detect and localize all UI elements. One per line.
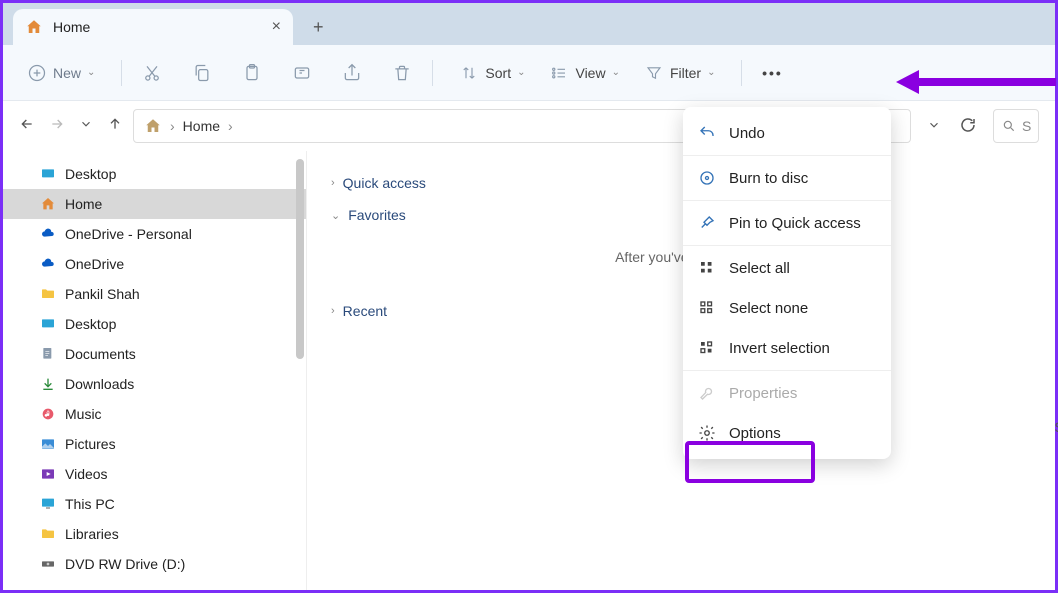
- delete-icon[interactable]: [392, 63, 412, 83]
- more-icon[interactable]: •••: [762, 63, 782, 83]
- select-none-icon: [697, 298, 717, 318]
- invert-selection-icon: [697, 338, 717, 358]
- tab-bar: Home × +: [3, 3, 1055, 45]
- close-icon[interactable]: ×: [272, 18, 281, 36]
- address-chevron-down-icon[interactable]: [927, 118, 941, 135]
- up-button[interactable]: [107, 116, 123, 137]
- folder-icon: [39, 285, 57, 303]
- refresh-button[interactable]: [959, 116, 977, 137]
- rename-icon[interactable]: [292, 63, 312, 83]
- sidebar-item-pictures[interactable]: Pictures: [3, 429, 306, 459]
- onedrive-icon: [39, 255, 57, 273]
- sidebar-item-libraries[interactable]: Libraries: [3, 519, 306, 549]
- videos-icon: [39, 465, 57, 483]
- menu-burn-to-disc[interactable]: Burn to disc: [683, 158, 891, 198]
- tab-title: Home: [53, 19, 90, 35]
- menu-properties: Properties: [683, 373, 891, 413]
- sidebar-item-desktop2[interactable]: Desktop: [3, 309, 306, 339]
- filter-button[interactable]: Filter ⌄: [638, 59, 722, 87]
- properties-icon: [697, 383, 717, 403]
- chevron-down-icon: ⌄: [612, 67, 620, 78]
- chevron-right-icon: ›: [331, 177, 335, 189]
- desktop-icon: [39, 165, 57, 183]
- home-icon: [39, 195, 57, 213]
- sidebar-item-user-folder[interactable]: Pankil Shah: [3, 279, 306, 309]
- more-actions-menu: Undo Burn to disc Pin to Quick access Se…: [683, 107, 891, 459]
- new-tab-button[interactable]: +: [313, 17, 324, 38]
- pictures-icon: [39, 435, 57, 453]
- address-bar-row: › Home › S: [3, 101, 1055, 151]
- onedrive-icon: [39, 225, 57, 243]
- cut-icon[interactable]: [142, 63, 162, 83]
- sort-icon: [459, 63, 479, 83]
- sidebar-scrollbar[interactable]: [296, 159, 304, 359]
- sidebar: Desktop Home OneDrive - Personal OneDriv…: [3, 151, 307, 590]
- details-pane-hint: Select a: [1054, 419, 1058, 435]
- section-quick-access[interactable]: › Quick access: [331, 167, 1031, 199]
- paste-icon[interactable]: [242, 63, 262, 83]
- annotation-arrow: [891, 67, 1058, 100]
- menu-invert-selection[interactable]: Invert selection: [683, 328, 891, 368]
- tab-home[interactable]: Home ×: [13, 9, 293, 45]
- chevron-right-icon: ›: [331, 305, 335, 317]
- filter-icon: [644, 63, 664, 83]
- share-icon[interactable]: [342, 63, 362, 83]
- downloads-icon: [39, 375, 57, 393]
- search-icon: [1002, 119, 1016, 133]
- home-icon: [25, 18, 43, 36]
- search-input[interactable]: S: [993, 109, 1039, 143]
- menu-select-none[interactable]: Select none: [683, 288, 891, 328]
- sidebar-item-onedrive[interactable]: OneDrive: [3, 249, 306, 279]
- sidebar-item-home[interactable]: Home: [3, 189, 306, 219]
- chevron-down-icon: ⌄: [331, 209, 340, 222]
- main-content: › Quick access ⌄ Favorites After you've …: [307, 151, 1055, 590]
- pin-icon: [697, 213, 717, 233]
- view-button[interactable]: View ⌄: [543, 59, 625, 87]
- pc-icon: [39, 495, 57, 513]
- sidebar-item-videos[interactable]: Videos: [3, 459, 306, 489]
- plus-circle-icon: [27, 63, 47, 83]
- sidebar-item-dvd-drive[interactable]: DVD RW Drive (D:): [3, 549, 306, 579]
- sort-button[interactable]: Sort ⌄: [453, 59, 531, 87]
- chevron-down-icon: ⌄: [87, 67, 95, 78]
- breadcrumb-item[interactable]: Home: [183, 118, 220, 134]
- sidebar-item-downloads[interactable]: Downloads: [3, 369, 306, 399]
- sidebar-item-onedrive-personal[interactable]: OneDrive - Personal: [3, 219, 306, 249]
- sidebar-item-documents[interactable]: Documents: [3, 339, 306, 369]
- chevron-down-icon: ⌄: [707, 67, 715, 78]
- chevron-down-icon: ⌄: [517, 67, 525, 78]
- desktop-icon: [39, 315, 57, 333]
- menu-select-all[interactable]: Select all: [683, 248, 891, 288]
- libraries-icon: [39, 525, 57, 543]
- forward-button[interactable]: [49, 116, 65, 137]
- undo-icon: [697, 123, 717, 143]
- menu-undo[interactable]: Undo: [683, 113, 891, 153]
- recent-dropdown[interactable]: [79, 117, 93, 136]
- menu-options[interactable]: Options: [683, 413, 891, 453]
- sidebar-item-music[interactable]: Music: [3, 399, 306, 429]
- home-icon: [144, 117, 162, 135]
- music-icon: [39, 405, 57, 423]
- copy-icon[interactable]: [192, 63, 212, 83]
- section-recent[interactable]: › Recent: [331, 295, 1031, 327]
- view-icon: [549, 63, 569, 83]
- menu-pin-quick-access[interactable]: Pin to Quick access: [683, 203, 891, 243]
- back-button[interactable]: [19, 116, 35, 137]
- section-favorites[interactable]: ⌄ Favorites: [331, 199, 1031, 231]
- new-button[interactable]: New ⌄: [21, 59, 101, 87]
- sidebar-item-desktop[interactable]: Desktop: [3, 159, 306, 189]
- disc-icon: [697, 168, 717, 188]
- disc-drive-icon: [39, 555, 57, 573]
- sidebar-item-this-pc[interactable]: This PC: [3, 489, 306, 519]
- documents-icon: [39, 345, 57, 363]
- select-all-icon: [697, 258, 717, 278]
- gear-icon: [697, 423, 717, 443]
